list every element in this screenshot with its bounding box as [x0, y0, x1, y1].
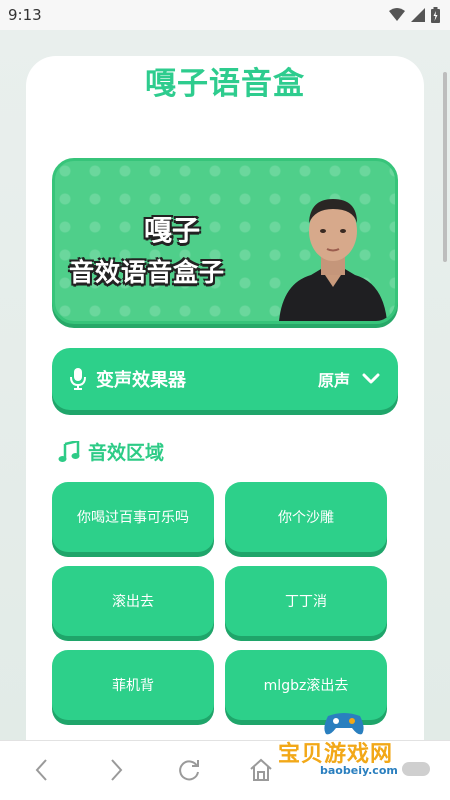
sound-label: 滚出去: [112, 594, 154, 610]
status-time: 9:13: [8, 6, 42, 24]
back-icon[interactable]: [32, 757, 52, 783]
forward-icon[interactable]: [106, 757, 126, 783]
app-title: 嘎子语音盒: [145, 66, 305, 102]
voice-changer-label: 变声效果器: [96, 370, 186, 391]
watermark: 宝贝游戏网 baobeiy.com: [270, 708, 450, 788]
status-bar: 9:13: [0, 0, 450, 30]
section-title: 音效区域: [88, 442, 165, 464]
sound-button[interactable]: 菲机背: [52, 650, 214, 720]
portrait-image: [279, 199, 387, 321]
sound-label: 你喝过百事可乐吗: [77, 510, 189, 526]
banner-subtitle: 音效语音盒子: [69, 258, 226, 287]
mic-icon: [70, 368, 86, 390]
sound-label: 丁丁消: [285, 594, 327, 610]
banner-title: 嘎子: [143, 214, 200, 247]
sound-label: 你个沙雕: [278, 510, 334, 526]
section-header: 音效区域: [58, 438, 164, 465]
music-note-icon: [58, 440, 80, 462]
wifi-icon: [389, 8, 405, 21]
sound-button[interactable]: 你个沙雕: [225, 482, 387, 552]
sound-button[interactable]: 滚出去: [52, 566, 214, 636]
voice-changer-value: 原声: [317, 371, 350, 390]
sound-button[interactable]: 丁丁消: [225, 566, 387, 636]
sound-label: mlgbz滚出去: [263, 678, 349, 694]
battery-icon: [431, 7, 440, 23]
sound-label: 菲机背: [112, 678, 154, 694]
sound-button[interactable]: 你喝过百事可乐吗: [52, 482, 214, 552]
voice-changer-dropdown[interactable]: 变声效果器 原声: [52, 348, 398, 410]
chevron-down-icon: [362, 373, 380, 384]
signal-icon: [411, 8, 425, 22]
status-icons: [389, 7, 440, 23]
toggle-switch[interactable]: [402, 762, 430, 776]
watermark-url: baobeiy.com: [320, 764, 398, 777]
gamepad-icon: [324, 713, 364, 735]
refresh-icon[interactable]: [176, 757, 202, 783]
banner: 嘎子 音效语音盒子: [52, 158, 398, 324]
